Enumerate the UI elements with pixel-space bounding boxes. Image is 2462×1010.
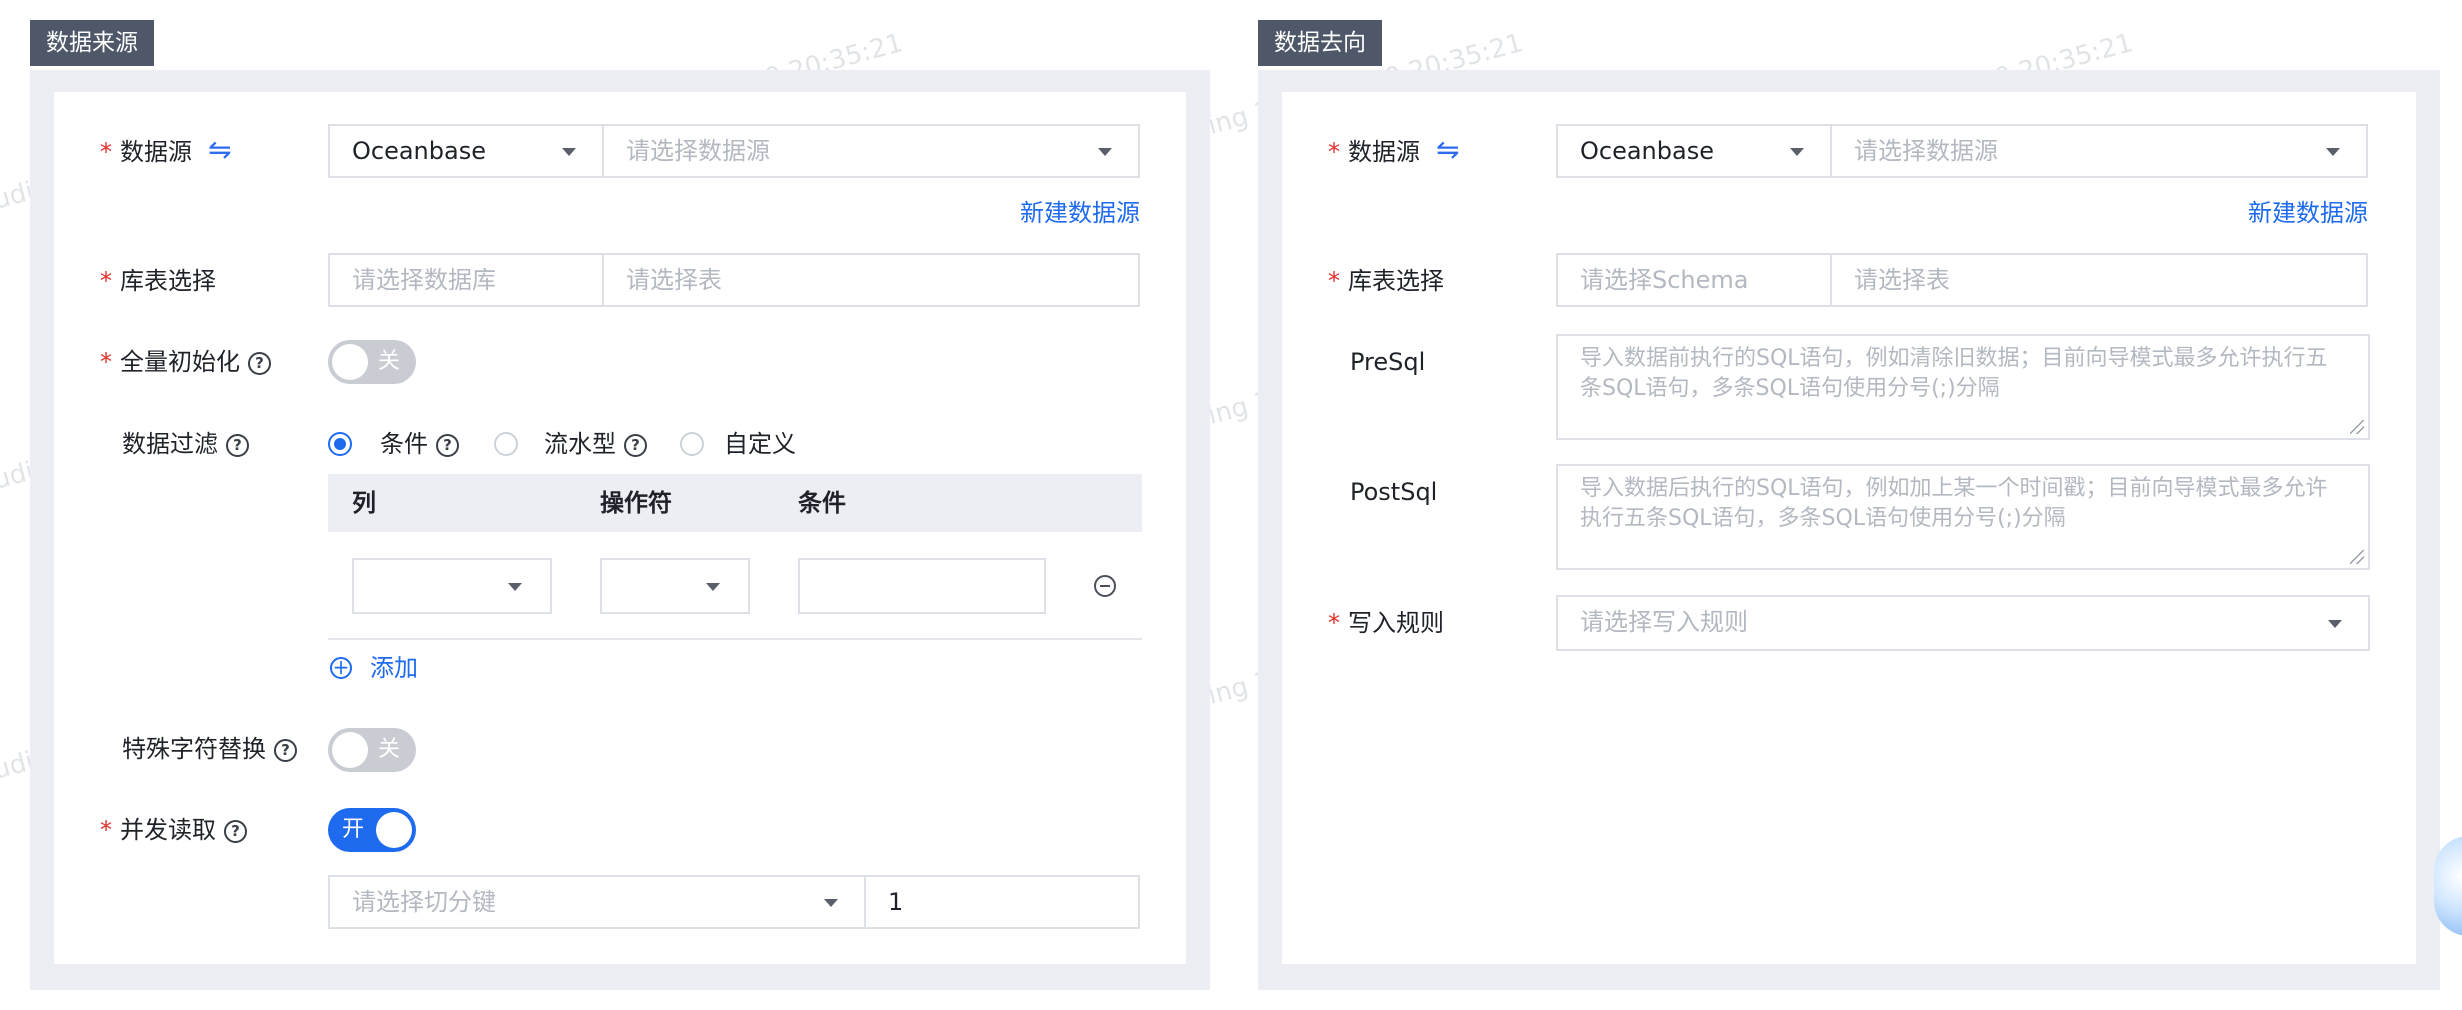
chevron-down-icon bbox=[508, 583, 522, 591]
help-icon[interactable]: ? bbox=[224, 819, 247, 843]
postsql-textarea[interactable]: 导入数据后执行的SQL语句，例如加上某一个时间戳；目前向导模式最多允许执行五条S… bbox=[1556, 464, 2370, 570]
resize-grip-icon[interactable] bbox=[2350, 550, 2364, 564]
source-table-select[interactable]: 请选择表 bbox=[602, 253, 1140, 307]
swap-icon[interactable]: ⇋ bbox=[208, 135, 231, 165]
filter-radio-condition[interactable] bbox=[328, 432, 352, 456]
toggle-knob bbox=[376, 812, 412, 848]
add-icon[interactable]: + bbox=[330, 657, 352, 679]
help-icon[interactable]: ? bbox=[226, 433, 249, 457]
help-icon[interactable]: ? bbox=[274, 738, 297, 762]
postsql-label: PostSql bbox=[1350, 478, 1438, 506]
column-header-operator: 操作符 bbox=[600, 489, 672, 517]
toggle-state-text: 关 bbox=[378, 349, 401, 374]
filter-column-select[interactable] bbox=[352, 558, 552, 614]
filter-radio-flow[interactable] bbox=[494, 432, 518, 456]
filter-label: 数据过滤? bbox=[122, 427, 249, 461]
help-icon[interactable]: ? bbox=[624, 433, 647, 457]
toggle-state-text: 关 bbox=[378, 737, 401, 762]
split-key-select[interactable]: 请选择切分键 bbox=[328, 875, 866, 929]
filter-condition-input[interactable] bbox=[798, 558, 1046, 614]
help-icon[interactable]: ? bbox=[436, 433, 459, 457]
chevron-down-icon bbox=[2328, 620, 2342, 628]
table-divider bbox=[328, 638, 1142, 640]
source-new-datasource-link[interactable]: 新建数据源 bbox=[1020, 196, 1140, 230]
concurrency-input[interactable]: 1 bbox=[864, 875, 1140, 929]
filter-option-flow[interactable]: 流水型? bbox=[544, 427, 647, 461]
postsql-placeholder: 导入数据后执行的SQL语句，例如加上某一个时间戳；目前向导模式最多允许执行五条S… bbox=[1580, 476, 2328, 531]
target-datasource-select[interactable]: 请选择数据源 bbox=[1830, 124, 2368, 178]
swap-icon[interactable]: ⇋ bbox=[1436, 135, 1459, 165]
source-section-tab: 数据来源 bbox=[30, 20, 154, 66]
source-datasource-select[interactable]: 请选择数据源 bbox=[602, 124, 1140, 178]
chevron-down-icon bbox=[706, 583, 720, 591]
filter-option-condition[interactable]: 条件? bbox=[380, 427, 459, 461]
filter-option-custom[interactable]: 自定义 bbox=[724, 427, 796, 461]
resize-grip-icon[interactable] bbox=[2350, 420, 2364, 434]
add-filter-link[interactable]: 添加 bbox=[370, 651, 418, 685]
write-rule-label: * 写入规则 bbox=[1328, 609, 1444, 637]
presql-placeholder: 导入数据前执行的SQL语句，例如清除旧数据；目前向导模式最多允许执行五条SQL语… bbox=[1580, 346, 2328, 401]
source-datasource-label: * 数据源 bbox=[100, 138, 192, 166]
full-init-toggle[interactable]: 关 bbox=[328, 340, 416, 384]
help-icon[interactable]: ? bbox=[248, 351, 271, 375]
filter-table-header bbox=[328, 474, 1142, 532]
target-schema-select[interactable]: 请选择Schema bbox=[1556, 253, 1832, 307]
target-datasource-label: * 数据源 bbox=[1328, 138, 1420, 166]
column-header-condition: 条件 bbox=[798, 489, 846, 517]
chevron-down-icon bbox=[824, 899, 838, 907]
toggle-state-text: 开 bbox=[342, 817, 365, 842]
chevron-down-icon bbox=[1098, 148, 1112, 156]
target-table-select[interactable]: 请选择表 bbox=[1830, 253, 2368, 307]
target-table-label: * 库表选择 bbox=[1328, 267, 1444, 295]
presql-textarea[interactable]: 导入数据前执行的SQL语句，例如清除旧数据；目前向导模式最多允许执行五条SQL语… bbox=[1556, 334, 2370, 440]
source-database-select[interactable]: 请选择数据库 bbox=[328, 253, 604, 307]
concurrent-read-label: * 并发读取? bbox=[100, 813, 247, 847]
toggle-knob bbox=[332, 732, 368, 768]
toggle-knob bbox=[332, 344, 368, 380]
chevron-down-icon bbox=[562, 148, 576, 156]
full-init-label: * 全量初始化? bbox=[100, 345, 271, 379]
column-header-column: 列 bbox=[352, 489, 376, 517]
chevron-down-icon bbox=[2326, 148, 2340, 156]
presql-label: PreSql bbox=[1350, 348, 1426, 376]
filter-radio-custom[interactable] bbox=[680, 432, 704, 456]
source-table-label: * 库表选择 bbox=[100, 267, 216, 295]
remove-row-icon[interactable] bbox=[1094, 575, 1116, 597]
target-section-tab: 数据去向 bbox=[1258, 20, 1382, 66]
target-new-datasource-link[interactable]: 新建数据源 bbox=[2248, 196, 2368, 230]
special-char-label: 特殊字符替换? bbox=[122, 732, 297, 766]
chevron-down-icon bbox=[1790, 148, 1804, 156]
special-char-toggle[interactable]: 关 bbox=[328, 728, 416, 772]
filter-operator-select[interactable] bbox=[600, 558, 750, 614]
concurrent-read-toggle[interactable]: 开 bbox=[328, 808, 416, 852]
write-rule-select[interactable]: 请选择写入规则 bbox=[1556, 595, 2370, 651]
